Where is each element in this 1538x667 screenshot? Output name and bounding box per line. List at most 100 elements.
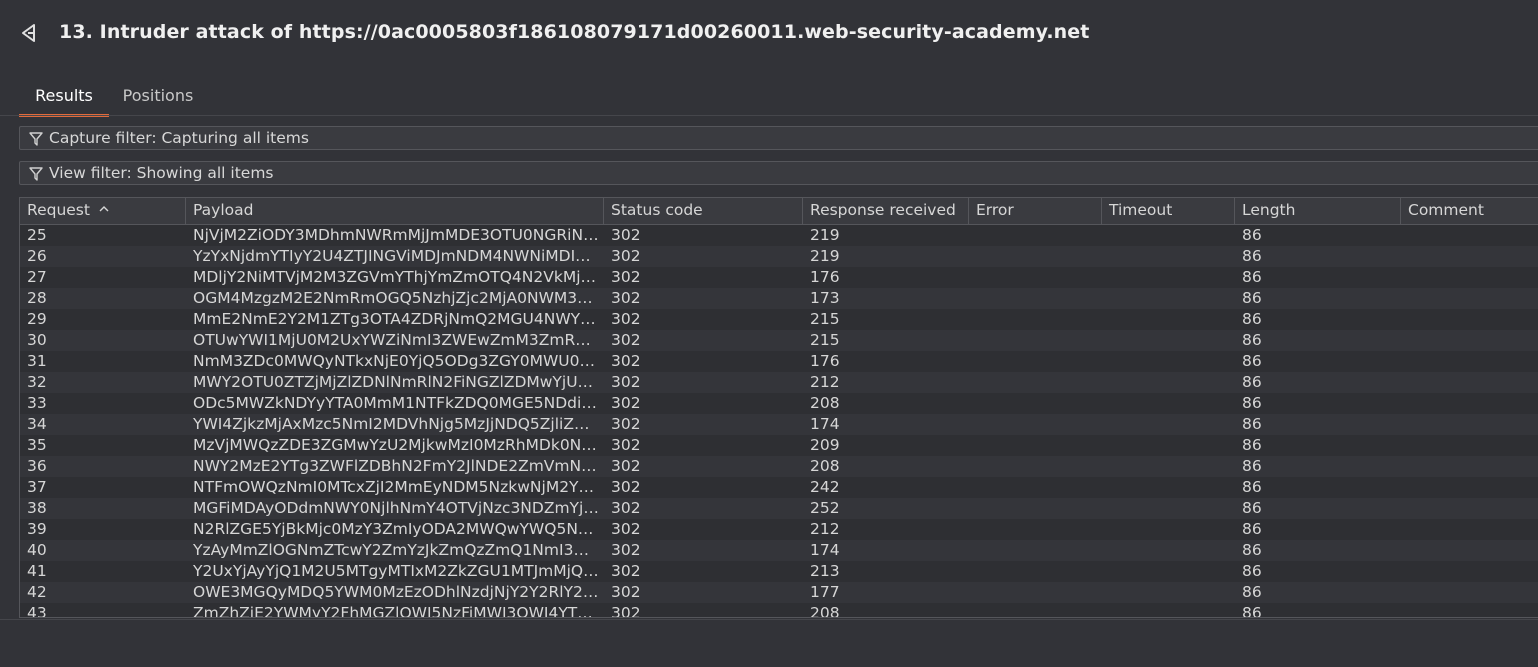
cell-payload: NTFmOWQzNmI0MTcxZjI2MmEyNDM5NzkwNjM2Y… xyxy=(193,478,595,496)
cell-status: 302 xyxy=(611,541,641,559)
column-header-response-received[interactable]: Response received xyxy=(803,198,969,224)
cell-comment xyxy=(1401,309,1538,330)
cell-response: 176 xyxy=(810,352,840,370)
cell-payload: MDljY2NiMTVjM2M3ZGVmYThjYmZmOTQ4N2VkMjVi… xyxy=(193,268,604,286)
cell-timeout xyxy=(1102,330,1235,351)
cell-comment xyxy=(1401,225,1538,246)
cell-payload: NWY2MzE2YTg3ZWFlZDBhN2FmY2JlNDE2ZmVmN… xyxy=(193,457,597,475)
cell-comment xyxy=(1401,435,1538,456)
table-row[interactable]: 25 NjVjM2ZiODY3MDhmNWRmMjJmMDE3OTU0NGRiN…… xyxy=(20,225,1538,246)
column-header-timeout[interactable]: Timeout xyxy=(1102,198,1235,224)
cell-timeout xyxy=(1102,603,1235,617)
cell-error xyxy=(969,540,1102,561)
column-header-status-code[interactable]: Status code xyxy=(604,198,803,224)
cell-status: 302 xyxy=(611,583,641,601)
cell-payload: MzVjMWQzZDE3ZGMwYzU2MjkwMzI0MzRhMDk0N… xyxy=(193,436,597,454)
cell-timeout xyxy=(1102,519,1235,540)
cell-timeout xyxy=(1102,414,1235,435)
cell-response: 208 xyxy=(810,457,840,475)
cell-request: 25 xyxy=(27,226,47,244)
table-row[interactable]: 29 MmE2NmE2Y2M1ZTg3OTA4ZDRjNmQ2MGU4NWY… 30… xyxy=(20,309,1538,330)
cell-request: 31 xyxy=(27,352,47,370)
table-row[interactable]: 32 MWY2OTU0ZTZjMjZlZDNlNmRlN2FiNGZlZDMwYj… xyxy=(20,372,1538,393)
table-row[interactable]: 37 NTFmOWQzNmI0MTcxZjI2MmEyNDM5NzkwNjM2Y…… xyxy=(20,477,1538,498)
column-header-error[interactable]: Error xyxy=(969,198,1102,224)
cell-error xyxy=(969,309,1102,330)
cell-request: 40 xyxy=(27,541,47,559)
table-row[interactable]: 40 YzAyMmZlOGNmZTcwY2ZmYzJkZmQzZmQ1NmI3… 3… xyxy=(20,540,1538,561)
column-header-length[interactable]: Length xyxy=(1235,198,1401,224)
cell-length: 86 xyxy=(1242,247,1262,265)
table-row[interactable]: 33 ODc5MWZkNDYyYTA0MmM1NTFkZDQ0MGE5NDdi… 3… xyxy=(20,393,1538,414)
cell-timeout xyxy=(1102,477,1235,498)
table-row[interactable]: 34 YWI4ZjkzMjAxMzc5NmI2MDVhNjg5MzJjNDQ5Zj… xyxy=(20,414,1538,435)
cell-status: 302 xyxy=(611,247,641,265)
cell-error xyxy=(969,498,1102,519)
cell-length: 86 xyxy=(1242,310,1262,328)
cell-length: 86 xyxy=(1242,457,1262,475)
column-header-payload[interactable]: Payload xyxy=(186,198,604,224)
table-row[interactable]: 42 OWE3MGQyMDQ5YWM0MzEzODhlNzdjNjY2Y2RlY2… xyxy=(20,582,1538,603)
cell-response: 174 xyxy=(810,541,840,559)
cell-timeout xyxy=(1102,288,1235,309)
table-row[interactable]: 36 NWY2MzE2YTg3ZWFlZDBhN2FmY2JlNDE2ZmVmN…… xyxy=(20,456,1538,477)
tab-positions[interactable]: Positions xyxy=(113,80,203,114)
cell-request: 30 xyxy=(27,331,47,349)
cell-comment xyxy=(1401,288,1538,309)
cell-status: 302 xyxy=(611,394,641,412)
table-row[interactable]: 39 N2RlZGE5YjBkMjc0MzY3ZmIyODA2MWQwYWQ5N…… xyxy=(20,519,1538,540)
cell-payload: ZmZhZjE2YWMyY2FhMGZlOWI5NzFiMWI3OWI4YT… xyxy=(193,604,593,618)
cell-payload: Y2UxYjAyYjQ1M2U5MTgyMTIxM2ZkZGU1MTJmMjQ… xyxy=(193,562,599,580)
column-header-label: Request xyxy=(27,201,90,219)
column-header-request[interactable]: Request xyxy=(20,198,186,224)
cell-payload: YzAyMmZlOGNmZTcwY2ZmYzJkZmQzZmQ1NmI3… xyxy=(193,541,589,559)
table-row[interactable]: 38 MGFiMDAyODdmNWY0NjlhNmY4OTVjNzc3NDZmYj… xyxy=(20,498,1538,519)
cell-status: 302 xyxy=(611,478,641,496)
tab-results[interactable]: Results xyxy=(19,80,109,117)
bottom-divider xyxy=(0,619,1538,620)
filter-icon xyxy=(29,132,43,146)
cell-timeout xyxy=(1102,540,1235,561)
cell-length: 86 xyxy=(1242,478,1262,496)
cell-timeout xyxy=(1102,456,1235,477)
cell-status: 302 xyxy=(611,415,641,433)
cell-length: 86 xyxy=(1242,352,1262,370)
table-row[interactable]: 28 OGM4MzgzM2E2NmRmOGQ5NzhjZjc2MjA0NWM3… 3… xyxy=(20,288,1538,309)
table-row[interactable]: 41 Y2UxYjAyYjQ1M2U5MTgyMTIxM2ZkZGU1MTJmMj… xyxy=(20,561,1538,582)
column-header-comment[interactable]: Comment xyxy=(1401,198,1538,224)
cell-response: 242 xyxy=(810,478,840,496)
cell-error xyxy=(969,477,1102,498)
cell-error xyxy=(969,225,1102,246)
cell-length: 86 xyxy=(1242,289,1262,307)
table-row[interactable]: 27 MDljY2NiMTVjM2M3ZGVmYThjYmZmOTQ4N2VkMj… xyxy=(20,267,1538,288)
back-arrow-icon[interactable] xyxy=(19,22,41,44)
cell-timeout xyxy=(1102,246,1235,267)
cell-status: 302 xyxy=(611,226,641,244)
table-row[interactable]: 30 OTUwYWI1MjU0M2UxYWZiNmI3ZWEwZmM3ZmR… 30… xyxy=(20,330,1538,351)
title-bar: 13. Intruder attack of https://0ac000580… xyxy=(0,0,1538,66)
cell-response: 209 xyxy=(810,436,840,454)
table-row[interactable]: 35 MzVjMWQzZDE3ZGMwYzU2MjkwMzI0MzRhMDk0N…… xyxy=(20,435,1538,456)
cell-response: 252 xyxy=(810,499,840,517)
window-title: 13. Intruder attack of https://0ac000580… xyxy=(59,21,1090,43)
cell-request: 34 xyxy=(27,415,47,433)
results-table: Request Payload Status code Response rec… xyxy=(19,197,1538,618)
cell-status: 302 xyxy=(611,331,641,349)
cell-response: 219 xyxy=(810,247,840,265)
cell-request: 41 xyxy=(27,562,47,580)
table-row[interactable]: 43 ZmZhZjE2YWMyY2FhMGZlOWI5NzFiMWI3OWI4YT… xyxy=(20,603,1538,618)
cell-length: 86 xyxy=(1242,499,1262,517)
cell-payload: NmM3ZDc0MWQyNTkxNjE0YjQ5ODg3ZGY0MWU0… xyxy=(193,352,595,370)
view-filter-bar[interactable]: View filter: Showing all items xyxy=(19,161,1538,185)
capture-filter-bar[interactable]: Capture filter: Capturing all items xyxy=(19,126,1538,150)
cell-payload: MGFiMDAyODdmNWY0NjlhNmY4OTVjNzc3NDZmYj… xyxy=(193,499,599,517)
cell-error xyxy=(969,393,1102,414)
cell-response: 173 xyxy=(810,289,840,307)
table-row[interactable]: 31 NmM3ZDc0MWQyNTkxNjE0YjQ5ODg3ZGY0MWU0… 3… xyxy=(20,351,1538,372)
cell-length: 86 xyxy=(1242,436,1262,454)
table-row[interactable]: 26 YzYxNjdmYTIyY2U4ZTJINGViMDJmNDM4NWNiMD… xyxy=(20,246,1538,267)
cell-comment xyxy=(1401,372,1538,393)
cell-timeout xyxy=(1102,582,1235,603)
cell-error xyxy=(969,330,1102,351)
cell-request: 39 xyxy=(27,520,47,538)
